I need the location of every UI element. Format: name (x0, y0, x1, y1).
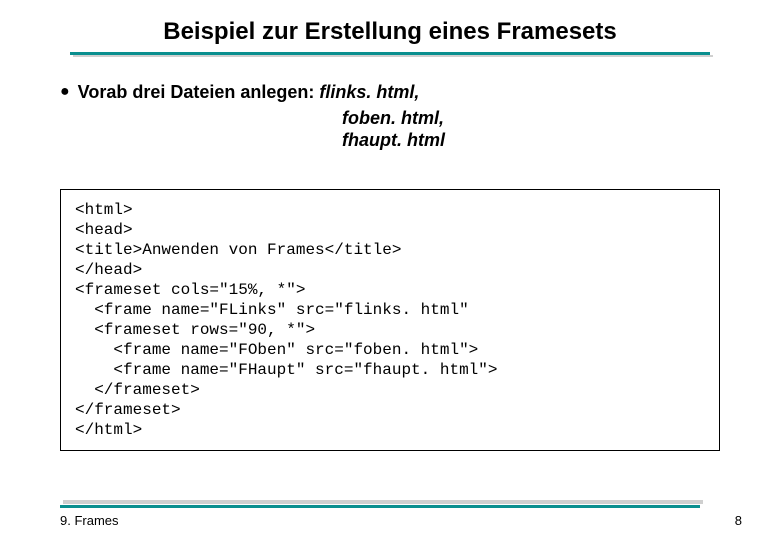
footer-divider-shadow (63, 500, 703, 504)
code-line: </frameset> (75, 400, 705, 420)
code-line: </frameset> (75, 380, 705, 400)
footer: 9. Frames 8 (0, 513, 780, 528)
footer-section-label: 9. Frames (60, 513, 119, 528)
code-line: <title>Anwenden von Frames</title> (75, 240, 705, 260)
bullet-item: ● Vorab drei Dateien anlegen: flinks. ht… (60, 81, 720, 103)
footer-divider-line (60, 505, 700, 508)
slide: Beispiel zur Erstellung eines Framesets … (0, 0, 780, 540)
bullet-prefix: Vorab drei Dateien anlegen: (78, 82, 320, 102)
code-line: <frame name="FHaupt" src="fhaupt. html"> (75, 360, 705, 380)
bullet-icon: ● (60, 81, 70, 103)
code-line: </head> (75, 260, 705, 280)
code-box: <html> <head> <title>Anwenden von Frames… (60, 189, 720, 451)
file-name-1: flinks. html, (319, 82, 419, 102)
page-number: 8 (735, 513, 742, 528)
code-line: <frame name="FOben" src="foben. html"> (75, 340, 705, 360)
code-line: </html> (75, 420, 705, 440)
code-line: <html> (75, 200, 705, 220)
footer-divider (60, 501, 700, 508)
content-area: ● Vorab drei Dateien anlegen: flinks. ht… (0, 57, 780, 151)
slide-title: Beispiel zur Erstellung eines Framesets (163, 18, 617, 46)
bullet-text: Vorab drei Dateien anlegen: flinks. html… (78, 81, 420, 103)
code-line: <frameset cols="15%, *"> (75, 280, 705, 300)
title-underline-shadow (73, 55, 713, 57)
code-line: <frameset rows="90, *"> (75, 320, 705, 340)
code-line: <head> (75, 220, 705, 240)
title-area: Beispiel zur Erstellung eines Framesets (0, 0, 780, 57)
file-name-3: fhaupt. html (342, 129, 720, 151)
code-line: <frame name="FLinks" src="flinks. html" (75, 300, 705, 320)
file-name-2: foben. html, (342, 107, 720, 129)
